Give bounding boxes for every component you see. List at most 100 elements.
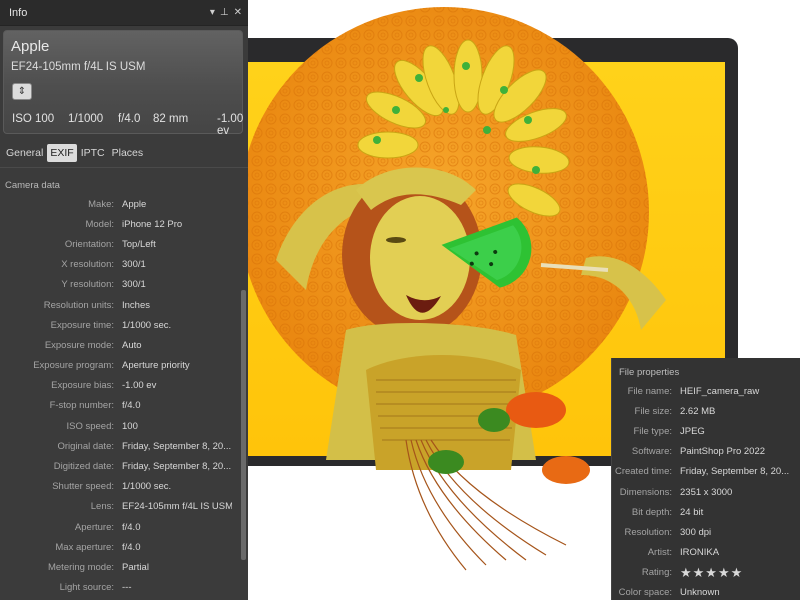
exif-label: ISO speed:: [66, 420, 114, 432]
exif-value[interactable]: Auto: [122, 340, 232, 351]
exif-row: Exposure mode: Auto: [0, 335, 240, 355]
exif-value[interactable]: EF24-105mm f/4L IS USM: [122, 501, 232, 512]
tab-iptc[interactable]: IPTC: [78, 144, 108, 162]
camera-summary-card: Apple EF24-105mm f/4L IS USM ⇕ ISO 100 1…: [3, 30, 243, 137]
exif-row: Shutter speed: 1/1000 sec.: [0, 477, 240, 497]
exif-row: Model: iPhone 12 Pro: [0, 214, 240, 234]
exif-label: Exposure bias:: [51, 380, 114, 392]
exif-label: Digitized date:: [53, 461, 114, 473]
file-property-value: PaintShop Pro 2022: [680, 446, 766, 458]
file-property-value: IRONIKA: [680, 547, 720, 559]
exif-label: Max aperture:: [55, 541, 114, 553]
stat-exposure-bias: -1.00 ev: [217, 113, 244, 137]
exif-label: Make:: [88, 198, 114, 210]
chevron-down-icon[interactable]: ▾: [210, 7, 215, 18]
exif-label: Light source:: [59, 582, 114, 594]
scrollbar-thumb[interactable]: [241, 290, 246, 560]
file-property-value: 24 bit: [680, 506, 704, 518]
panel-title: Info: [9, 6, 28, 19]
exif-list: Make: Apple Model: iPhone 12 Pro Orientation…: [0, 194, 240, 598]
exif-value[interactable]: Apple: [122, 199, 232, 210]
pin-icon[interactable]: ⊥: [220, 7, 229, 18]
file-property-value: Friday, September 8, 20...: [680, 466, 790, 478]
exif-value[interactable]: Top/Left: [122, 239, 232, 250]
file-property-row: Resolution: 300 dpi: [612, 522, 800, 542]
exif-label: F-stop number:: [49, 400, 114, 412]
exif-value[interactable]: f/4.0: [122, 542, 232, 553]
file-property-value: 2351 x 3000: [680, 486, 733, 498]
file-property-label: Resolution:: [624, 526, 672, 538]
file-property-row: Color space: Unknown: [612, 583, 800, 600]
exif-label: Shutter speed:: [52, 481, 114, 493]
file-properties-list: File name: HEIF_camera_raw File size: 2.62 …: [612, 381, 800, 600]
panel-titlebar: Info ▾ ⊥ ✕: [0, 0, 248, 26]
exif-row: Digitized date: Friday, September 8, 20..…: [0, 456, 240, 476]
exif-value[interactable]: Friday, September 8, 20...: [122, 441, 232, 452]
exif-label: Exposure time:: [50, 319, 114, 331]
file-property-row: Dimensions: 2351 x 3000: [612, 482, 800, 502]
exif-value[interactable]: Partial: [122, 562, 232, 573]
exif-label: Y resolution:: [61, 279, 114, 291]
file-property-label: File type:: [633, 425, 672, 437]
exif-label: Exposure mode:: [44, 339, 114, 351]
section-title-camera-data: Camera data: [5, 180, 60, 191]
exif-label: Orientation:: [64, 238, 114, 250]
exif-row: Y resolution: 300/1: [0, 275, 240, 295]
file-property-row: Artist: IRONIKA: [612, 543, 800, 563]
exif-value[interactable]: Inches: [122, 300, 232, 311]
close-icon[interactable]: ✕: [234, 7, 242, 18]
file-property-row: Rating: ★★★★★: [612, 563, 800, 583]
exif-value[interactable]: iPhone 12 Pro: [122, 219, 232, 230]
exif-value[interactable]: 300/1: [122, 259, 232, 270]
file-properties-panel: File properties File name: HEIF_camera_ra…: [611, 358, 800, 600]
file-property-row: Created time: Friday, September 8, 20...: [612, 462, 800, 482]
toggle-view-button[interactable]: ⇕: [12, 83, 32, 100]
file-property-row: File size: 2.62 MB: [612, 401, 800, 421]
exif-row: Lens: EF24-105mm f/4L IS USM: [0, 497, 240, 517]
tab-places[interactable]: Places: [109, 144, 147, 162]
file-property-value: 300 dpi: [680, 526, 712, 538]
file-property-row: File name: HEIF_camera_raw: [612, 381, 800, 401]
exif-value[interactable]: 300/1: [122, 279, 232, 290]
exif-row: Exposure program: Aperture priority: [0, 356, 240, 376]
exif-value[interactable]: Aperture priority: [122, 360, 232, 371]
exif-row: Make: Apple: [0, 194, 240, 214]
file-property-label: File name:: [627, 385, 672, 397]
exif-row: Max aperture: f/4.0: [0, 537, 240, 557]
exif-label: Model:: [85, 218, 114, 230]
exif-row: Original date: Friday, September 8, 20...: [0, 436, 240, 456]
tab-exif[interactable]: EXIF: [47, 144, 77, 162]
file-property-label: Created time:: [614, 466, 672, 478]
exif-value[interactable]: Friday, September 8, 20...: [122, 461, 232, 472]
file-property-label: Bit depth:: [631, 506, 672, 518]
tab-divider: [0, 167, 248, 168]
file-property-label: Dimensions:: [619, 486, 672, 498]
exif-row: Orientation: Top/Left: [0, 234, 240, 254]
exif-label: Aperture:: [74, 521, 114, 533]
camera-make: Apple: [11, 38, 50, 55]
exif-value[interactable]: 1/1000 sec.: [122, 481, 232, 492]
exif-row: Resolution units: Inches: [0, 295, 240, 315]
up-down-arrows-icon: ⇕: [17, 86, 27, 97]
exif-label: Lens:: [90, 501, 114, 513]
exif-label: Original date:: [57, 440, 114, 452]
file-property-row: Software: PaintShop Pro 2022: [612, 442, 800, 462]
tab-general[interactable]: General: [3, 144, 46, 162]
file-property-row: Bit depth: 24 bit: [612, 502, 800, 522]
exif-value[interactable]: f/4.0: [122, 400, 232, 411]
exif-value[interactable]: 100: [122, 421, 232, 432]
exif-label: X resolution:: [61, 259, 114, 271]
file-property-value: 2.62 MB: [680, 405, 716, 417]
exif-value[interactable]: 1/1000 sec.: [122, 320, 232, 331]
camera-stats: ISO 100 1/1000 f/4.0 82 mm -1.00 ev: [12, 113, 257, 137]
exif-row: X resolution: 300/1: [0, 255, 240, 275]
info-panel: Info ▾ ⊥ ✕ Apple EF24-105mm f/4L IS USM …: [0, 0, 248, 600]
file-property-value: HEIF_camera_raw: [680, 385, 760, 397]
stat-shutter: 1/1000: [68, 113, 104, 125]
file-property-row: File type: JPEG: [612, 421, 800, 441]
exif-value[interactable]: ---: [122, 582, 232, 593]
exif-value[interactable]: f/4.0: [122, 522, 232, 533]
exif-row: Exposure time: 1/1000 sec.: [0, 315, 240, 335]
rating-stars[interactable]: ★★★★★: [680, 565, 798, 581]
exif-value[interactable]: -1.00 ev: [122, 380, 232, 391]
